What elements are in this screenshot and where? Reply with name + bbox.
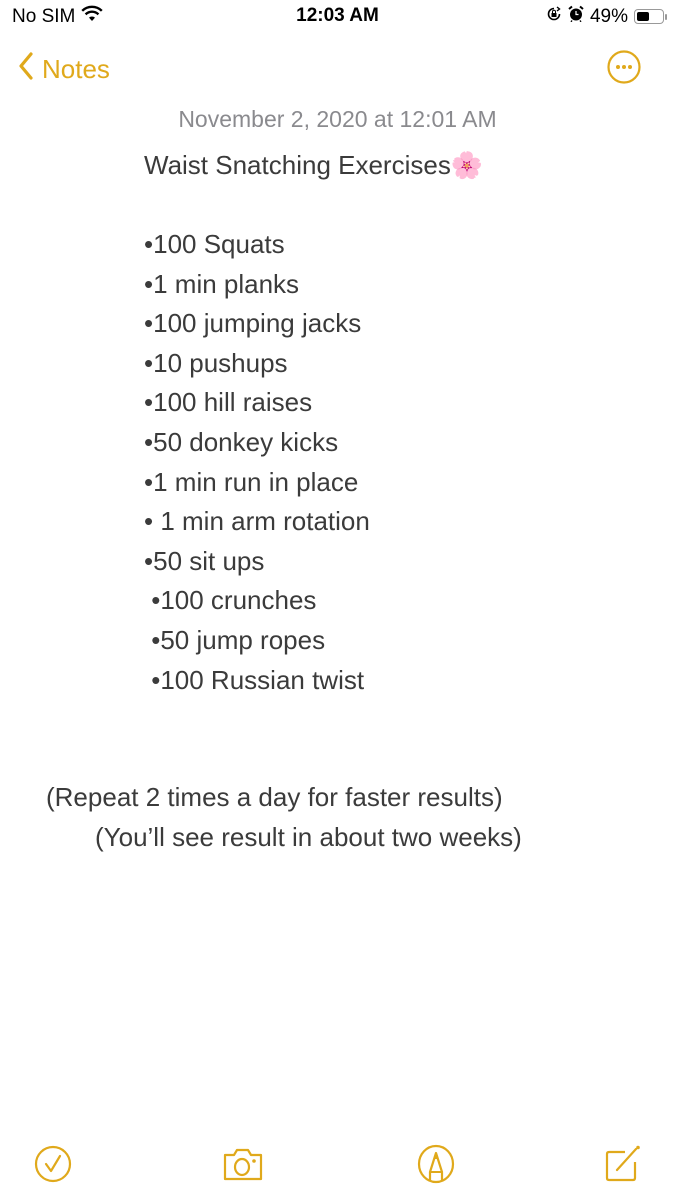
alarm-icon xyxy=(568,5,584,28)
list-item: •50 donkey kicks xyxy=(144,426,339,457)
note-footer-line: (Repeat 2 times a day for faster results… xyxy=(46,782,503,812)
battery-percent: 49% xyxy=(589,5,628,27)
back-to-notes-button[interactable]: Notes xyxy=(18,52,110,87)
battery-fill xyxy=(637,12,649,21)
list-item: •1 min planks xyxy=(144,268,300,299)
list-item: •50 jump ropes xyxy=(144,624,326,655)
compose-button[interactable] xyxy=(603,1144,643,1184)
battery-tip xyxy=(665,13,667,20)
back-label: Notes xyxy=(42,54,110,84)
checkmark-circle-icon xyxy=(33,1145,73,1188)
markup-button[interactable] xyxy=(416,1144,456,1184)
camera-icon xyxy=(222,1148,264,1188)
pen-tip-circle-icon xyxy=(416,1144,456,1188)
note-title: Waist Snatching Exercises🌸 xyxy=(144,146,483,186)
checklist-button[interactable] xyxy=(33,1144,73,1184)
exercise-list: •100 Squats •1 min planks •100 jumping j… xyxy=(144,225,370,700)
list-item: • 1 min arm rotation xyxy=(144,506,370,537)
list-item: •100 Russian twist xyxy=(144,664,365,695)
bottom-toolbar xyxy=(0,1120,675,1200)
ellipsis-circle-icon xyxy=(607,50,641,88)
battery-outline xyxy=(634,9,664,24)
status-bar: No SIM 12:03 AM 49% xyxy=(0,0,675,36)
orientation-lock-icon xyxy=(546,5,562,28)
list-item: •100 jumping jacks xyxy=(144,308,362,339)
camera-button[interactable] xyxy=(222,1144,263,1184)
list-item: •10 pushups xyxy=(144,347,288,378)
note-timestamp: November 2, 2020 at 12:01 AM xyxy=(178,106,497,132)
battery-icon xyxy=(634,9,667,24)
list-item: •100 hill raises xyxy=(144,387,313,418)
list-item: •100 crunches xyxy=(144,585,317,616)
navigation-bar: Notes xyxy=(0,48,675,92)
list-item: •1 min run in place xyxy=(144,466,359,497)
list-item: •50 sit ups xyxy=(144,545,265,576)
more-options-button[interactable] xyxy=(607,50,641,84)
list-item: •100 Squats xyxy=(144,229,285,259)
note-footer-line: (You’ll see result in about two weeks) xyxy=(95,822,522,852)
cherry-blossom-emoji: 🌸 xyxy=(450,150,484,180)
status-right: 49% xyxy=(546,5,667,28)
note-title-text: Waist Snatching Exercises xyxy=(144,150,451,180)
chevron-left-icon xyxy=(18,52,34,87)
compose-icon xyxy=(603,1145,643,1188)
